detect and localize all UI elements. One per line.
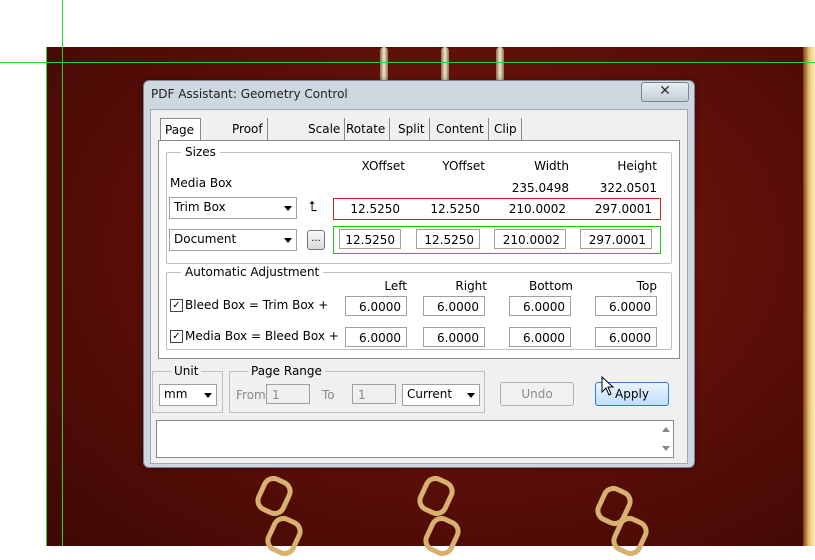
auto-adjust-label: Automatic Adjustment [181,265,324,279]
header-top: Top [636,279,657,293]
document-width-input[interactable]: 210.0002 [494,229,566,249]
media-left-input[interactable]: 6.0000 [345,327,407,347]
undo-button[interactable]: Undo [500,382,574,406]
unit-select-value: mm [164,387,188,401]
trim-box-select[interactable]: Trim Box [169,197,297,219]
header-yoffset: YOffset [442,159,485,173]
page-sizes-panel: Sizes XOffset YOffset Width Height Media… [158,140,680,359]
header-left: Left [384,279,407,293]
tab-proof-color[interactable]: Proof Color [228,118,269,158]
bleed-box-label: Bleed Box = Trim Box + [185,298,329,312]
header-xoffset: XOffset [361,159,405,173]
media-box-width: 235.0498 [511,181,569,195]
document-values: 12.5250 12.5250 210.0002 297.0001 [333,226,661,254]
chain-middle [413,472,459,520]
dialog-client: Page Sizes Proof Color Scale Rotate Spli… [150,109,688,464]
auto-adjust-group: Automatic Adjustment Left Right Bottom T… [166,265,672,350]
geometry-control-dialog: PDF Assistant: Geometry Control ✕ Page S… [143,80,695,468]
trim-height: 297.0001 [594,202,652,216]
unit-select[interactable]: mm [159,384,217,406]
media-right-input[interactable]: 6.0000 [423,327,485,347]
from-label: From [236,388,266,402]
message-area[interactable] [156,420,674,458]
header-bottom: Bottom [528,279,573,293]
header-width: Width [534,159,569,173]
window-title: PDF Assistant: Geometry Control [151,87,348,101]
mouse-cursor-icon [601,376,615,396]
browse-button[interactable]: ... [307,230,325,250]
tab-page-sizes[interactable]: Page Sizes [160,118,201,159]
trim-box-values: 12.5250 12.5250 210.0002 297.0001 [333,198,661,220]
scroll-down-icon[interactable] [662,446,670,451]
media-top-input[interactable]: 6.0000 [595,327,657,347]
chevron-down-icon [284,238,292,243]
tab-content[interactable]: Content [432,118,489,140]
page-range-select-value: Current [407,387,453,401]
chevron-down-icon [204,393,212,398]
tab-rotate[interactable]: Rotate [342,118,391,140]
media-bottom-input[interactable]: 6.0000 [509,327,571,347]
title-bar[interactable]: PDF Assistant: Geometry Control ✕ [144,81,694,107]
media-box-height: 322.0501 [599,181,657,195]
guide-vertical-left [62,0,63,546]
image-edge [803,47,815,546]
bleed-right-input[interactable]: 6.0000 [423,296,485,316]
sizes-group: Sizes XOffset YOffset Width Height Media… [166,145,672,264]
bleed-box-checkbox[interactable]: ✓ [170,299,183,312]
document-select[interactable]: Document [169,229,297,251]
page-range-frame: Page Range From 1 To 1 Current [229,364,485,413]
tab-split[interactable]: Split [394,118,430,140]
document-height-input[interactable]: 297.0001 [580,229,652,249]
page-range-select[interactable]: Current [402,384,480,406]
tab-clip[interactable]: Clip [490,118,522,140]
document-yoffset-input[interactable]: 12.5250 [416,229,480,249]
unit-frame: Unit mm [152,364,223,413]
header-height: Height [617,159,657,173]
to-input[interactable]: 1 [352,384,396,404]
media-box-checkbox[interactable]: ✓ [170,330,183,343]
swap-icon[interactable]: ⮤ [309,199,317,215]
chain-left [251,472,297,520]
document-xoffset-input[interactable]: 12.5250 [339,229,401,249]
scroll-up-icon[interactable] [662,427,670,432]
header-right: Right [455,279,487,293]
guide-horizontal-top [0,62,815,63]
document-select-value: Document [174,232,237,246]
guide-vertical-doc [46,47,47,546]
chain-left-2 [261,512,307,560]
trim-box-select-value: Trim Box [174,200,226,214]
from-input[interactable]: 1 [266,384,310,404]
trim-xoffset: 12.5250 [350,202,400,216]
tab-scale[interactable]: Scale [304,118,346,140]
media-box-adjust-label: Media Box = Bleed Box + [185,329,339,343]
to-label: To [322,388,335,402]
chain-middle-2 [419,512,465,560]
media-box-label: Media Box [170,176,233,190]
bleed-top-input[interactable]: 6.0000 [595,296,657,316]
unit-label: Unit [171,364,202,378]
sizes-group-label: Sizes [181,145,220,159]
chevron-down-icon [284,206,292,211]
chevron-down-icon [467,393,475,398]
page-range-label: Page Range [248,364,325,378]
trim-yoffset: 12.5250 [430,202,480,216]
bleed-bottom-input[interactable]: 6.0000 [509,296,571,316]
trim-width: 210.0002 [508,202,566,216]
bleed-left-input[interactable]: 6.0000 [345,296,407,316]
close-button[interactable]: ✕ [641,82,689,102]
